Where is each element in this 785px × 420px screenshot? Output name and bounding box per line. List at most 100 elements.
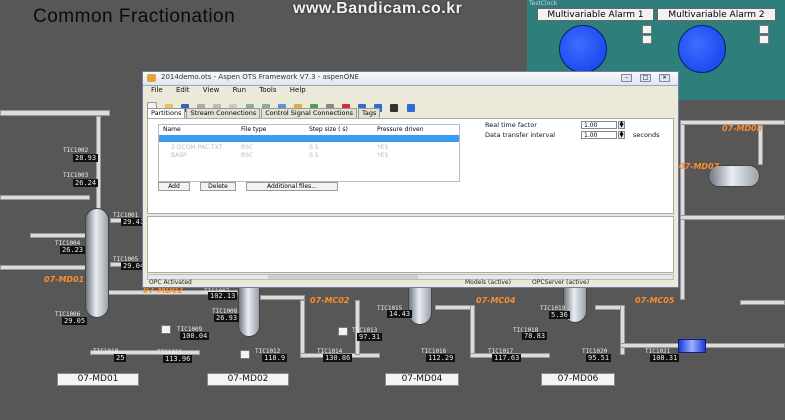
unit-name-box[interactable]: 07-MD04 xyxy=(385,373,459,386)
transfer-unit-label: seconds xyxy=(633,131,660,139)
tab-control-signal-connections[interactable]: Control Signal Connections xyxy=(261,108,357,118)
tab-tags[interactable]: Tags xyxy=(358,108,381,118)
unit-label: 07-MD01 xyxy=(44,275,85,284)
message-console[interactable] xyxy=(147,216,674,273)
cell-pressure-driven: YES xyxy=(377,152,389,159)
tab-strip: Partitions Stream Connections Control Sign… xyxy=(147,108,381,118)
table-row[interactable]: BASP RSC 0.5 YES xyxy=(159,152,459,159)
column-header[interactable]: File type xyxy=(241,126,266,133)
pipe xyxy=(680,120,685,300)
status-opcserver: OPCServer (active) xyxy=(532,279,590,286)
heat-exchanger xyxy=(678,339,706,353)
close-button[interactable]: × xyxy=(659,74,670,82)
menu-run[interactable]: Run xyxy=(233,86,246,94)
camera-icon[interactable] xyxy=(390,104,399,112)
pipe xyxy=(96,116,101,210)
additional-files-button[interactable]: Additional files... xyxy=(246,182,338,191)
status-models: Models (active) xyxy=(465,279,511,286)
tag-value[interactable]: 108.31 xyxy=(650,354,680,362)
tag-value[interactable]: 130.86 xyxy=(323,354,353,362)
minimize-button[interactable]: – xyxy=(621,74,632,82)
menu-file[interactable]: File xyxy=(151,86,163,94)
tag-value[interactable]: 97.31 xyxy=(357,333,383,341)
tag-value[interactable]: 113.96 xyxy=(163,355,193,363)
unit-label: 07-MC02 xyxy=(310,296,350,305)
selected-row[interactable] xyxy=(159,135,459,142)
tag-value[interactable]: 102.13 xyxy=(208,292,238,300)
tag-value[interactable]: 118.9 xyxy=(262,354,288,362)
realtime-factor-field[interactable]: 1.00 xyxy=(581,121,617,129)
transfer-interval-label: Data transfer interval xyxy=(485,131,556,139)
menu-edit[interactable]: Edit xyxy=(176,86,190,94)
drum-07-md04 xyxy=(408,285,432,325)
unit-label: 07-MD08 xyxy=(722,124,763,133)
alarm-1-reset-checkbox[interactable] xyxy=(642,35,652,44)
alarm-2-reset-checkbox[interactable] xyxy=(759,35,769,44)
flowsheet-title: Common Fractionation xyxy=(33,6,236,27)
partitions-panel: Name File type Step size ( s) Pressure d… xyxy=(147,118,674,214)
realtime-factor-spinner[interactable]: ▲ ▼ xyxy=(618,121,625,129)
tag-value[interactable]: 29.05 xyxy=(62,317,88,325)
table-row[interactable]: 2-DCOM.PAC.TXT RSC 0.5 YES xyxy=(159,144,459,151)
tab-partitions[interactable]: Partitions xyxy=(147,108,186,118)
title-bar[interactable]: 2014demo.ots - Aspen OTS Framework V7.3 … xyxy=(143,72,678,86)
tag-value[interactable]: 28.93 xyxy=(73,154,99,162)
window-title: 2014demo.ots - Aspen OTS Framework V7.3 … xyxy=(161,73,359,81)
cell-name: BASP xyxy=(171,152,187,159)
tag-value[interactable]: 78.83 xyxy=(522,332,548,340)
alarm-2-button[interactable]: Multivariable Alarm 2 xyxy=(657,8,776,21)
unit-name-box[interactable]: 07-MD02 xyxy=(207,373,289,386)
recording-watermark: www.Bandicam.co.kr xyxy=(293,0,463,17)
add-button[interactable]: Add xyxy=(158,182,190,191)
pipe xyxy=(260,295,305,300)
unit-name-box[interactable]: 07-MD06 xyxy=(541,373,615,386)
tab-stream-connections[interactable]: Stream Connections xyxy=(186,108,261,118)
cell-name: 2-DCOM.PAC.TXT xyxy=(171,144,223,151)
pipe xyxy=(435,305,475,310)
transfer-interval-spinner[interactable]: ▲ ▼ xyxy=(618,131,625,139)
alarm-1-button[interactable]: Multivariable Alarm 1 xyxy=(537,8,654,21)
tag-name: TIC1003 xyxy=(63,172,89,179)
pipe xyxy=(0,110,110,116)
valve-icon xyxy=(240,350,250,359)
realtime-factor-label: Real time factor xyxy=(485,121,537,129)
tag-value[interactable]: 112.29 xyxy=(426,354,456,362)
partitions-grid: Name File type Step size ( s) Pressure d… xyxy=(158,124,460,182)
menu-tools[interactable]: Tools xyxy=(259,86,276,94)
menu-view[interactable]: View xyxy=(203,86,220,94)
column-header[interactable]: Name xyxy=(163,126,181,133)
ots-framework-window: 2014demo.ots - Aspen OTS Framework V7.3 … xyxy=(142,71,679,288)
pipe xyxy=(0,195,90,200)
tag-value[interactable]: 100.04 xyxy=(180,332,210,340)
pipe xyxy=(680,215,785,220)
transfer-interval-field[interactable]: 1.00 xyxy=(581,131,617,139)
alarm-2-lamp xyxy=(678,25,726,73)
tag-value[interactable]: 25 xyxy=(114,354,127,362)
cell-file-type: RSC xyxy=(241,152,254,159)
tag-value[interactable]: 5.36 xyxy=(549,311,570,319)
pipe xyxy=(30,233,90,238)
alarm-2-ack-checkbox[interactable] xyxy=(759,25,769,34)
delete-button[interactable]: Delete xyxy=(200,182,236,191)
pipe xyxy=(740,300,785,305)
alarm-panel-caption: TestClock xyxy=(529,0,558,7)
column-header[interactable]: Step size ( s) xyxy=(309,126,348,133)
unit-label: 07-MC04 xyxy=(476,296,516,305)
tag-value[interactable]: 95.51 xyxy=(586,354,612,362)
cell-step-size: 0.5 xyxy=(309,144,319,151)
column-header[interactable]: Pressure driven xyxy=(377,126,424,133)
tag-value[interactable]: 26.93 xyxy=(214,314,240,322)
tag-value[interactable]: 26.23 xyxy=(60,246,86,254)
alarm-1-ack-checkbox[interactable] xyxy=(642,25,652,34)
tag-value[interactable]: 14.43 xyxy=(387,310,413,318)
unit-name-box[interactable]: 07-MD01 xyxy=(57,373,139,386)
rewind-icon[interactable] xyxy=(406,104,415,112)
unit-label: 07-MD07 xyxy=(679,162,720,171)
tag-name: TIC1002 xyxy=(63,147,89,154)
cell-step-size: 0.5 xyxy=(309,152,319,159)
maximize-button[interactable]: □ xyxy=(640,74,651,82)
tag-value[interactable]: 26.24 xyxy=(73,179,99,187)
tag-value[interactable]: 117.63 xyxy=(492,354,522,362)
valve-icon xyxy=(161,325,171,334)
menu-help[interactable]: Help xyxy=(290,86,306,94)
